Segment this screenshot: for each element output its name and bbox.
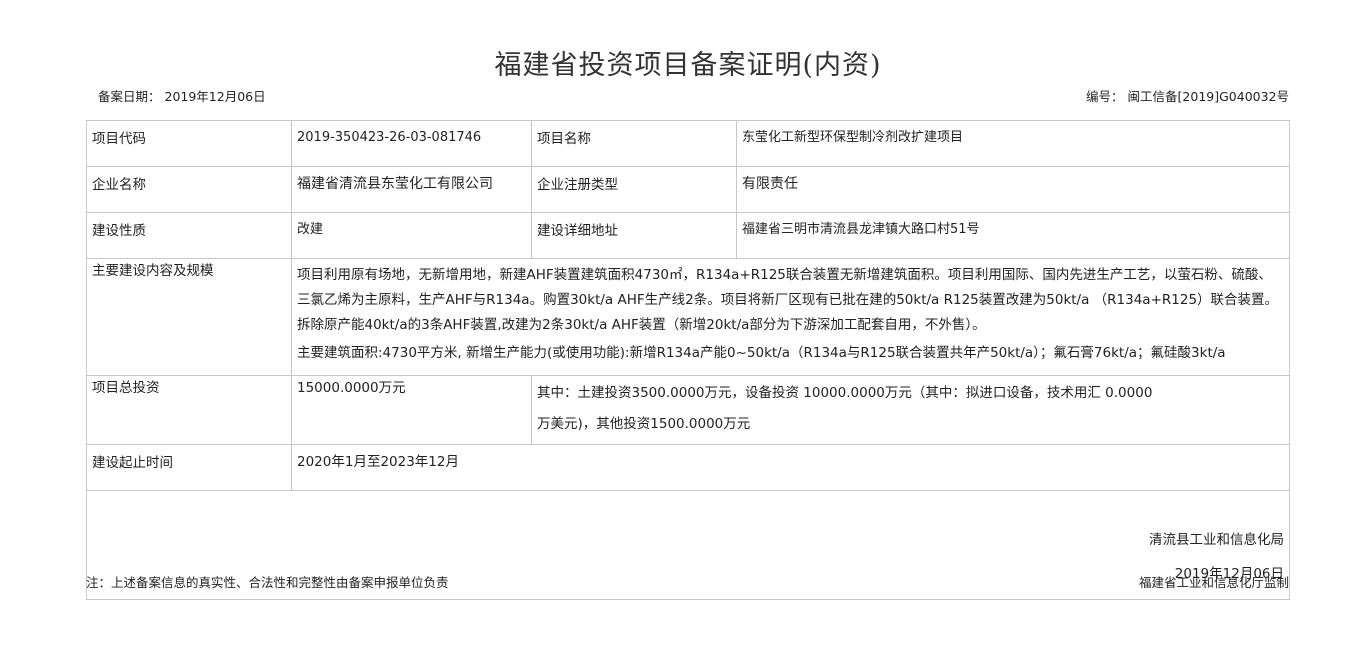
address-label: 建设详细地址 — [531, 212, 737, 259]
project-code-value: 2019-350423-26-03-081746 — [291, 120, 532, 167]
construction-nature-label: 建设性质 — [86, 212, 292, 259]
project-name-value: 东莹化工新型环保型制冷剂改扩建项目 — [736, 120, 1290, 167]
company-type-label: 企业注册类型 — [531, 166, 737, 213]
page-title: 福建省投资项目备案证明(内资) — [494, 50, 882, 81]
table-row-construction: 建设性质 改建 建设详细地址 福建省三明市清流县龙津镇大路口村51号 — [86, 212, 1290, 259]
record-number: 编号： 闽工信备[2019]G040032号 — [1086, 88, 1289, 106]
scale-paragraph: 项目利用原有场地，无新增用地，新建AHF装置建筑面积4730㎡，R134a+R1… — [297, 267, 1279, 333]
supervision-note: 福建省工业和信息化厅监制 — [1138, 575, 1289, 590]
scale-summary: 主要建筑面积:4730平方米, 新增生产能力(或使用功能):新增R134a产能0… — [297, 345, 1226, 361]
project-name-label: 项目名称 — [531, 120, 737, 167]
project-code-label: 项目代码 — [86, 120, 292, 167]
scale-label: 主要建设内容及规模 — [86, 258, 292, 376]
investment-detail-line2: 万美元)，其他投资1500.0000万元 — [537, 416, 751, 432]
company-name-value: 福建省清流县东莹化工有限公司 — [291, 166, 532, 213]
investment-detail-line1: 其中：土建投资3500.0000万元，设备投资 10000.0000万元（其中：… — [537, 385, 1153, 401]
company-type-value: 有限责任 — [736, 166, 1290, 213]
record-date-label: 备案日期： — [98, 89, 161, 104]
table-row-period: 建设起止时间 2020年1月至2023年12月 — [86, 444, 1290, 491]
record-date-value: 2019年12月06日 — [164, 89, 266, 104]
construction-nature-value: 改建 — [291, 212, 532, 259]
period-value: 2020年1月至2023年12月 — [291, 444, 1290, 491]
footnote: 注：上述备案信息的真实性、合法性和完整性由备案申报单位负责 — [86, 575, 449, 590]
record-date: 备案日期： 2019年12月06日 — [98, 88, 266, 106]
scale-content: 项目利用原有场地，无新增用地，新建AHF装置建筑面积4730㎡，R134a+R1… — [291, 258, 1290, 376]
record-number-value: 闽工信备[2019]G040032号 — [1127, 89, 1289, 104]
table-row-scale: 主要建设内容及规模 项目利用原有场地，无新增用地，新建AHF装置建筑面积4730… — [86, 258, 1290, 376]
address-value: 福建省三明市清流县龙津镇大路口村51号 — [736, 212, 1290, 259]
company-name-label: 企业名称 — [86, 166, 292, 213]
record-table: 项目代码 2019-350423-26-03-081746 项目名称 东莹化工新… — [86, 120, 1290, 600]
table-row-company: 企业名称 福建省清流县东莹化工有限公司 企业注册类型 有限责任 — [86, 166, 1290, 213]
record-number-label: 编号： — [1086, 89, 1124, 104]
table-row-project-code: 项目代码 2019-350423-26-03-081746 项目名称 东莹化工新… — [86, 120, 1290, 167]
period-label: 建设起止时间 — [86, 444, 292, 491]
signature-org: 清流县工业和信息化局 — [1149, 532, 1284, 548]
investment-detail: 其中：土建投资3500.0000万元，设备投资 10000.0000万元（其中：… — [531, 375, 1290, 445]
table-row-investment: 项目总投资 15000.0000万元 其中：土建投资3500.0000万元，设备… — [86, 375, 1290, 445]
total-investment-value: 15000.0000万元 — [291, 375, 532, 445]
total-investment-label: 项目总投资 — [86, 375, 292, 445]
